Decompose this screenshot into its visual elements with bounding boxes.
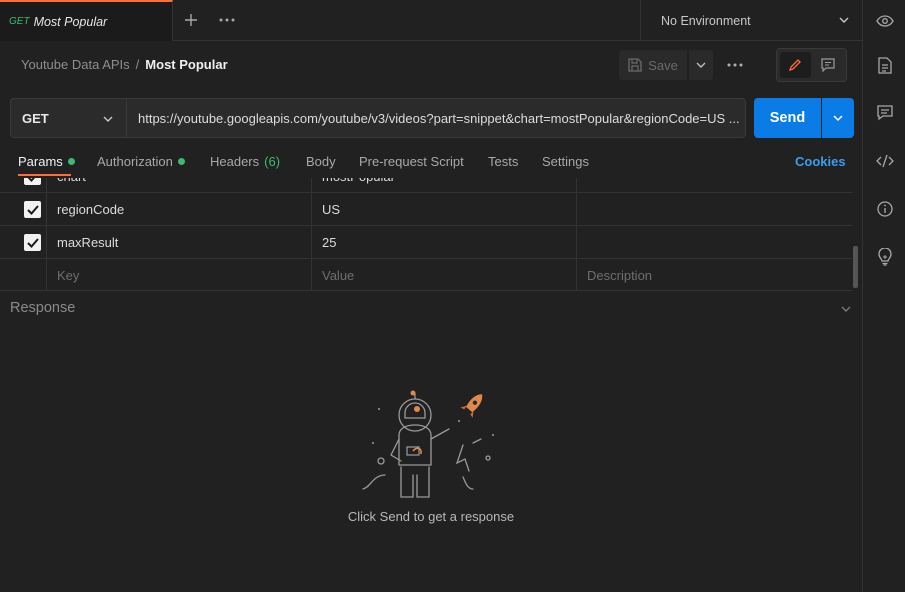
send-group: Send <box>754 98 854 138</box>
table-row: regionCode US <box>0 193 852 226</box>
response-title: Response <box>10 300 76 316</box>
request-tab[interactable]: GET Most Popular <box>0 0 173 41</box>
url-input[interactable]: https://youtube.googleapis.com/youtube/v… <box>126 98 746 138</box>
tab-prerequest-script[interactable]: Pre-request Script <box>359 154 464 169</box>
param-value[interactable]: mostPopular <box>311 178 576 193</box>
tab-params-label: Params <box>18 154 63 169</box>
param-key[interactable]: maxResult <box>46 226 311 259</box>
param-key[interactable]: chart <box>46 178 311 193</box>
key-placeholder[interactable]: Key <box>46 259 311 290</box>
environment-selector[interactable]: No Environment <box>640 0 862 41</box>
tab-prerequest-label: Pre-request Script <box>359 154 464 169</box>
method-select[interactable]: GET <box>10 98 126 138</box>
row-checkbox[interactable] <box>24 178 41 185</box>
status-dot <box>67 158 75 165</box>
breadcrumb-separator: / <box>135 57 140 72</box>
table-row-new: Key Value Description <box>0 259 852 290</box>
send-button[interactable]: Send <box>754 98 821 138</box>
row-checkbox[interactable] <box>24 234 41 251</box>
save-group: Save <box>619 50 713 80</box>
astronaut-illustration <box>362 390 494 498</box>
description-placeholder[interactable]: Description <box>576 259 852 290</box>
breadcrumb-request[interactable]: Most Popular <box>145 57 227 72</box>
url-text: https://youtube.googleapis.com/youtube/v… <box>138 110 740 126</box>
param-description[interactable] <box>576 226 852 259</box>
tab-options-button[interactable] <box>209 0 245 40</box>
tab-title: Most Popular <box>33 14 108 29</box>
param-key[interactable]: regionCode <box>46 193 311 226</box>
chevron-down-icon <box>696 62 706 68</box>
save-dropdown-button[interactable] <box>689 50 713 80</box>
cookies-link[interactable]: Cookies <box>795 154 846 169</box>
code-icon[interactable] <box>875 151 895 171</box>
chevron-down-icon[interactable] <box>840 303 852 315</box>
chevron-down-icon <box>103 116 113 122</box>
comment-mode-button[interactable] <box>813 52 844 78</box>
tab-tests-label: Tests <box>488 154 519 169</box>
params-scrollbar[interactable] <box>853 246 858 288</box>
param-description[interactable] <box>576 193 852 226</box>
param-description[interactable] <box>576 178 852 193</box>
checkmark-icon <box>27 178 35 182</box>
table-row: maxResult 25 <box>0 226 852 259</box>
tab-method: GET <box>9 16 30 27</box>
lightbulb-icon[interactable] <box>875 247 895 267</box>
tab-headers[interactable]: Headers (6) <box>210 154 280 169</box>
pencil-icon <box>789 59 802 72</box>
headers-count: (6) <box>264 154 281 169</box>
param-value[interactable]: US <box>311 193 576 226</box>
tab-settings[interactable]: Settings <box>542 154 589 169</box>
plus-icon <box>185 14 197 26</box>
save-icon <box>628 58 642 72</box>
table-row: chart mostPopular <box>0 178 852 193</box>
breadcrumb-collection[interactable]: Youtube Data APIs <box>21 57 130 72</box>
status-dot <box>177 158 185 165</box>
more-options-button[interactable] <box>722 56 748 74</box>
tab-body-label: Body <box>306 154 336 169</box>
environment-label: No Environment <box>661 13 751 28</box>
ellipsis-icon <box>219 18 235 22</box>
chevron-down-icon <box>833 115 843 122</box>
comment-icon <box>821 58 835 72</box>
comment-icon[interactable] <box>875 103 895 123</box>
params-table: chart mostPopular regionCode US maxResul… <box>0 178 852 291</box>
tab-params[interactable]: Params <box>18 154 75 169</box>
row-checkbox[interactable] <box>24 201 41 218</box>
tab-authorization[interactable]: Authorization <box>97 154 185 169</box>
method-label: GET <box>22 110 49 126</box>
save-label: Save <box>648 57 678 73</box>
ellipsis-icon <box>727 63 743 67</box>
tab-tests[interactable]: Tests <box>488 154 518 169</box>
documentation-icon[interactable] <box>875 55 895 75</box>
checkmark-icon <box>26 204 39 215</box>
empty-response-message: Click Send to get a response <box>347 509 515 524</box>
breadcrumb: Youtube Data APIs / Most Popular <box>21 57 228 72</box>
send-dropdown-button[interactable] <box>822 98 854 138</box>
save-button[interactable]: Save <box>619 50 687 80</box>
right-sidebar <box>862 0 905 592</box>
info-icon[interactable] <box>875 199 895 219</box>
param-value[interactable]: 25 <box>311 226 576 259</box>
tab-settings-label: Settings <box>542 154 589 169</box>
edit-mode-button[interactable] <box>780 52 811 78</box>
chevron-down-icon <box>839 17 849 23</box>
tab-body[interactable]: Body <box>306 154 336 169</box>
new-tab-button[interactable] <box>173 0 209 40</box>
view-mode-toggle <box>776 48 847 82</box>
value-placeholder[interactable]: Value <box>311 259 576 290</box>
tab-authorization-label: Authorization <box>97 154 173 169</box>
request-subtabs: Params Authorization Headers (6) Body Pr… <box>0 148 862 178</box>
active-tab-indicator <box>18 174 71 176</box>
eye-icon[interactable] <box>875 11 895 31</box>
checkmark-icon <box>26 237 39 248</box>
tab-headers-label: Headers <box>210 154 260 169</box>
